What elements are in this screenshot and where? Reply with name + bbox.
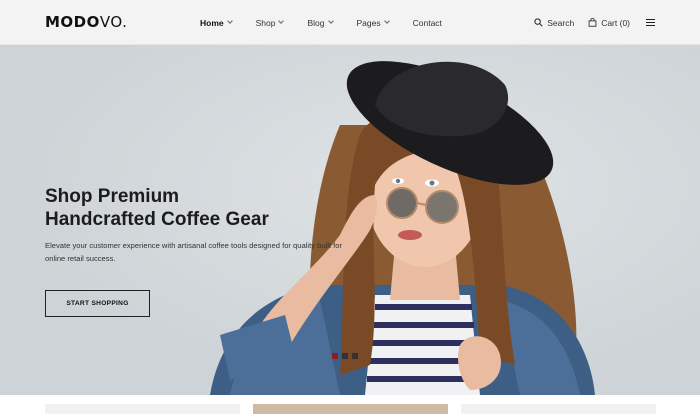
nav-item-label: Home bbox=[200, 17, 224, 28]
start-shopping-button[interactable]: START SHOPPING bbox=[45, 290, 150, 317]
chevron-down-icon bbox=[383, 18, 390, 24]
bag-icon bbox=[588, 18, 597, 27]
cart-label: Cart (0) bbox=[601, 17, 630, 28]
search-icon bbox=[534, 18, 543, 27]
nav-item-label: Contact bbox=[412, 17, 442, 28]
logo-bold-text: MODO bbox=[45, 13, 100, 31]
nav-item-label: Shop bbox=[255, 17, 276, 28]
product-card[interactable] bbox=[45, 404, 240, 414]
nav-item-blog[interactable]: Blog bbox=[307, 17, 334, 28]
slider-pagination bbox=[332, 353, 358, 359]
logo-light-text: VO. bbox=[99, 13, 128, 31]
hamburger-icon[interactable] bbox=[646, 19, 655, 26]
hero-subtext: Elevate your customer experience with ar… bbox=[45, 241, 343, 263]
product-card[interactable] bbox=[253, 404, 448, 414]
site-header: MODOVO. Home Shop Blog Pages Contact Sea… bbox=[0, 0, 700, 45]
brand-logo[interactable]: MODOVO. bbox=[45, 13, 127, 31]
main-nav: Home Shop Blog Pages Contact bbox=[200, 0, 466, 45]
nav-item-pages[interactable]: Pages bbox=[356, 17, 390, 28]
chevron-down-icon bbox=[226, 18, 233, 24]
nav-item-shop[interactable]: Shop bbox=[255, 17, 285, 28]
nav-item-label: Blog bbox=[307, 17, 325, 28]
chevron-down-icon bbox=[327, 18, 334, 24]
search-button[interactable]: Search bbox=[534, 18, 574, 28]
hero-headline: Shop Premium Handcrafted Coffee Gear bbox=[45, 185, 315, 231]
slide-dot-2[interactable] bbox=[342, 353, 348, 359]
nav-item-home[interactable]: Home bbox=[200, 17, 233, 28]
header-tools: Search Cart (0) bbox=[520, 0, 655, 45]
slide-dot-3[interactable] bbox=[352, 353, 358, 359]
slide-dot-1[interactable] bbox=[332, 353, 338, 359]
nav-item-label: Pages bbox=[356, 17, 381, 28]
headline-line-2: Handcrafted Coffee Gear bbox=[45, 209, 269, 230]
product-card[interactable] bbox=[461, 404, 656, 414]
nav-item-contact[interactable]: Contact bbox=[413, 18, 442, 28]
cart-button[interactable]: Cart (0) bbox=[588, 18, 630, 28]
chevron-down-icon bbox=[278, 18, 285, 24]
headline-line-1: Shop Premium bbox=[45, 186, 180, 207]
hero-banner: Shop Premium Handcrafted Coffee Gear Ele… bbox=[0, 45, 700, 395]
search-label: Search bbox=[547, 17, 575, 28]
